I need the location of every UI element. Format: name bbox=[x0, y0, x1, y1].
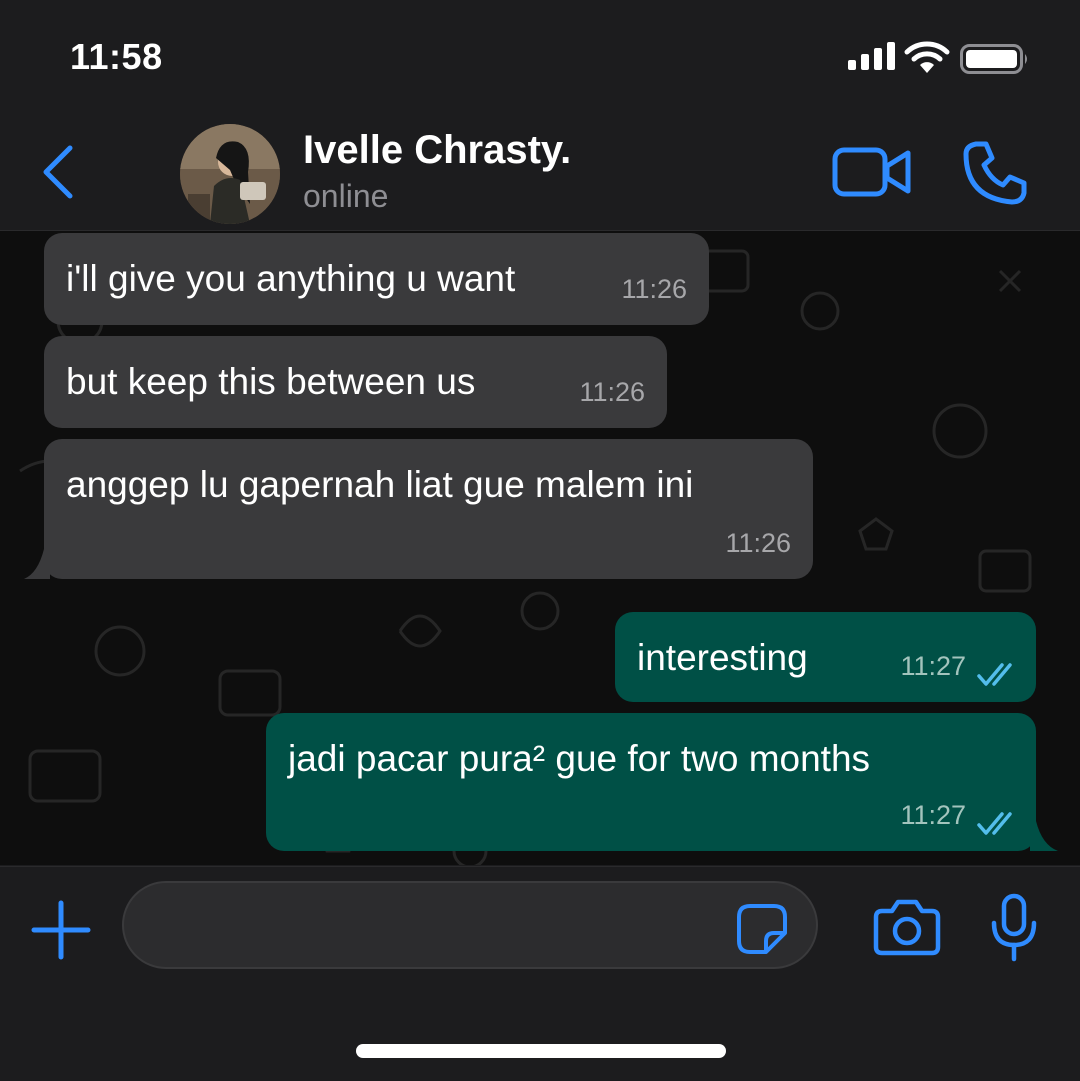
contact-avatar[interactable] bbox=[180, 124, 280, 224]
message-text: but keep this between us bbox=[66, 361, 476, 402]
chat-header: Ivelle Chrasty. online bbox=[0, 110, 1080, 231]
bubble-tail-incoming bbox=[24, 549, 50, 579]
message-time: 11:26 bbox=[621, 274, 687, 304]
bubble-tail-outgoing bbox=[1030, 821, 1058, 851]
status-time: 11:58 bbox=[70, 36, 163, 77]
back-chevron-icon[interactable] bbox=[38, 144, 78, 200]
cellular-signal-icon bbox=[848, 42, 895, 70]
message-time: 11:26 bbox=[579, 377, 645, 407]
contact-name[interactable]: Ivelle Chrasty. bbox=[303, 128, 571, 173]
message-bubble-outgoing[interactable]: jadi pacar pura² gue for two months 11:2… bbox=[266, 713, 1036, 851]
home-indicator[interactable] bbox=[356, 1044, 726, 1058]
avatar-photo bbox=[180, 124, 280, 224]
double-check-icon bbox=[977, 812, 1012, 835]
plus-icon[interactable] bbox=[28, 897, 94, 963]
chat-area[interactable]: i'll give you anything u want 11:26 but … bbox=[0, 231, 1080, 865]
message-text: i'll give you anything u want bbox=[66, 258, 516, 299]
status-bar: 11:58 bbox=[0, 0, 1080, 110]
contact-status: online bbox=[303, 178, 389, 214]
sticker-icon[interactable] bbox=[736, 903, 788, 955]
battery-icon bbox=[960, 44, 1027, 74]
camera-icon[interactable] bbox=[872, 897, 942, 957]
phone-call-icon[interactable] bbox=[962, 140, 1028, 206]
wifi-icon bbox=[904, 41, 950, 73]
double-check-icon bbox=[977, 663, 1012, 686]
message-text: interesting bbox=[637, 637, 808, 678]
message-text: jadi pacar pura² gue for two months bbox=[288, 738, 871, 779]
message-input[interactable] bbox=[122, 881, 818, 969]
message-bubble-incoming[interactable]: anggep lu gapernah liat gue malem ini 11… bbox=[44, 439, 813, 579]
message-text: anggep lu gapernah liat gue malem ini bbox=[66, 464, 694, 505]
message-time: 11:27 bbox=[900, 800, 966, 830]
message-bubble-incoming[interactable]: i'll give you anything u want 11:26 bbox=[44, 233, 709, 325]
video-call-icon[interactable] bbox=[832, 144, 912, 200]
message-time: 11:27 bbox=[900, 651, 966, 681]
message-bubble-incoming[interactable]: but keep this between us 11:26 bbox=[44, 336, 667, 428]
message-time: 11:26 bbox=[725, 528, 791, 558]
microphone-icon[interactable] bbox=[988, 893, 1040, 963]
message-bubble-outgoing[interactable]: interesting 11:27 bbox=[615, 612, 1036, 702]
